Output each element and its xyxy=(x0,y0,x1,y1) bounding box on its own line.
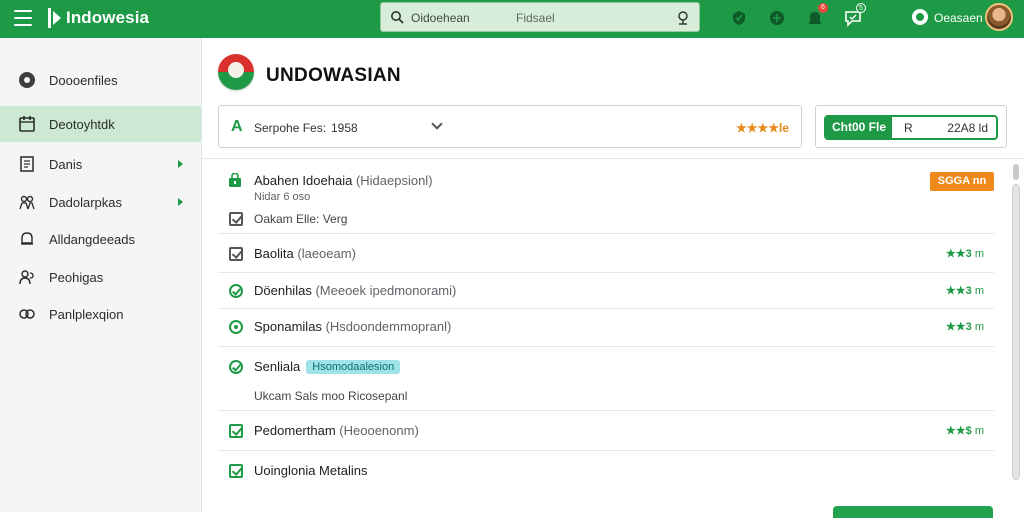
logo-icon xyxy=(48,8,61,28)
bell-outline-icon xyxy=(18,230,36,248)
app-title: Indowesia xyxy=(66,8,150,27)
file-button[interactable]: Cht00 Fle xyxy=(826,117,892,138)
list-item[interactable]: Senliala Hsomodaalesion Ukcam Sals moo Ri… xyxy=(218,347,994,411)
item-rating: ★★3 m xyxy=(945,248,984,260)
list-item[interactable]: Abahen Idoehaia (Hidaepsionl) Nidar 6 os… xyxy=(218,159,994,234)
chevron-right-icon[interactable] xyxy=(178,160,183,168)
sidebar-item-danis[interactable]: Danis xyxy=(0,146,201,182)
check-circle-icon[interactable] xyxy=(229,284,243,298)
chat-icon[interactable] xyxy=(768,9,786,27)
item-rating: ★★$ m xyxy=(945,425,984,437)
filter-select[interactable]: 1958 xyxy=(331,121,358,135)
link-icon xyxy=(18,305,36,323)
toggle-mid: R xyxy=(904,121,913,135)
page-title: UNDOWASIAN xyxy=(266,65,401,86)
item-title: Pedomertham (Heooenonm) xyxy=(254,423,419,438)
search-input[interactable]: Oidoehean xyxy=(411,11,470,25)
primary-button[interactable] xyxy=(833,506,993,518)
bell-badge: 6 xyxy=(818,3,828,13)
item-subtitle: Nidar 6 oso xyxy=(254,191,311,203)
sidebar-item-label: Doooenfiles xyxy=(49,72,118,88)
filter-bar[interactable]: A Serpohe Fes: 1958 ★★★★le xyxy=(218,105,802,148)
menu-icon[interactable] xyxy=(14,10,32,26)
people-icon xyxy=(18,268,36,286)
avatar[interactable] xyxy=(985,3,1013,31)
top-bar: Indowesia Oidoehean Fidsael 6 5 Oeasaen xyxy=(0,0,1024,38)
item-title: Senliala Hsomodaalesion xyxy=(254,359,401,374)
action-panel: Cht00 Fle R 22A8 ld xyxy=(815,105,1007,148)
sidebar-item-alldangdeeads[interactable]: Alldangdeeads xyxy=(0,221,201,257)
users-icon xyxy=(18,193,36,211)
sidebar-item-label: Peohigas xyxy=(49,269,104,285)
check-circle-icon[interactable] xyxy=(229,360,243,374)
tag: Hsomodaalesion xyxy=(306,360,401,374)
sidebar-item-peohigas[interactable]: Peohigas xyxy=(0,259,201,295)
search-bar[interactable]: Oidoehean Fidsael xyxy=(380,2,700,32)
font-icon: A xyxy=(231,118,243,135)
toggle-value: 22A8 ld xyxy=(947,121,988,135)
item-note: Oakam Elle: Verg xyxy=(254,212,348,226)
list-item[interactable]: Uoinglonia Metalins xyxy=(218,451,994,491)
chevron-right-icon[interactable] xyxy=(178,198,183,206)
checkbox[interactable] xyxy=(229,464,243,478)
sidebar-item-label: Dadolarpkas xyxy=(49,194,122,210)
item-rating: ★★3 m xyxy=(945,285,984,297)
status-badge: SGGA nn xyxy=(930,172,994,191)
user-name[interactable]: Oeasaen xyxy=(934,11,983,25)
sidebar-item-label: Panlplexqion xyxy=(49,306,124,322)
item-title: Döenhilas (Meeoek ipedmonorami) xyxy=(254,283,457,298)
sidebar-item-dadolarpkas[interactable]: Dadolarpkas xyxy=(0,184,201,220)
results-list: Abahen Idoehaia (Hidaepsionl) Nidar 6 os… xyxy=(202,158,1024,512)
status-icon xyxy=(912,9,928,25)
checkbox[interactable] xyxy=(229,424,243,438)
item-rating: ★★3 m xyxy=(945,321,984,333)
radio-icon[interactable] xyxy=(229,320,243,334)
sidebar-item-label: Deotoyhtdk xyxy=(49,116,115,132)
message-badge: 5 xyxy=(856,3,866,13)
item-title: Baolita (laeoeam) xyxy=(254,246,356,261)
search-scope[interactable]: Fidsael xyxy=(516,11,555,25)
list-item[interactable]: Baolita (laeoeam) ★★3 m xyxy=(218,234,994,273)
shield-icon[interactable] xyxy=(730,9,748,27)
file-toggle[interactable]: Cht00 Fle R 22A8 ld xyxy=(824,115,998,140)
sidebar-item-label: Danis xyxy=(49,156,83,172)
scroll-thumb[interactable] xyxy=(1012,184,1020,480)
chevron-down-icon[interactable] xyxy=(431,118,443,130)
rating-filter[interactable]: ★★★★le xyxy=(736,121,789,135)
scrollbar[interactable] xyxy=(1011,160,1021,512)
list-item[interactable]: Sponamilas (Hsdoondemmopranl) ★★3 m xyxy=(218,309,994,347)
sidebar-item-desktop[interactable]: Deotoyhtdk xyxy=(0,106,201,142)
sidebar-item-files[interactable]: Doooenfiles xyxy=(0,62,201,98)
checkbox[interactable] xyxy=(229,212,243,226)
scroll-up-icon[interactable] xyxy=(1013,164,1019,180)
document-icon xyxy=(18,155,36,173)
item-note: Ukcam Sals moo Ricosepanl xyxy=(254,389,408,403)
mic-icon[interactable] xyxy=(676,10,690,25)
search-icon[interactable] xyxy=(390,10,404,24)
filter-label: Serpohe Fes: xyxy=(254,121,327,135)
lock-icon xyxy=(229,173,241,187)
sidebar: Doooenfiles Deotoyhtdk Danis Dadolarpkas… xyxy=(0,38,202,512)
checkbox[interactable] xyxy=(229,247,243,261)
list-item[interactable]: Pedomertham (Heooenonm) ★★$ m xyxy=(218,411,994,451)
sidebar-item-panlplexqion[interactable]: Panlplexqion xyxy=(0,296,201,332)
calendar-icon xyxy=(18,115,36,133)
item-title: Uoinglonia Metalins xyxy=(254,463,368,478)
item-title: Abahen Idoehaia (Hidaepsionl) xyxy=(254,173,433,188)
flag-icon xyxy=(218,54,254,90)
sidebar-item-label: Alldangdeeads xyxy=(49,231,136,247)
record-icon xyxy=(18,71,36,89)
item-title: Sponamilas (Hsdoondemmopranl) xyxy=(254,319,452,334)
list-item[interactable]: Döenhilas (Meeoek ipedmonorami) ★★3 m xyxy=(218,273,994,309)
